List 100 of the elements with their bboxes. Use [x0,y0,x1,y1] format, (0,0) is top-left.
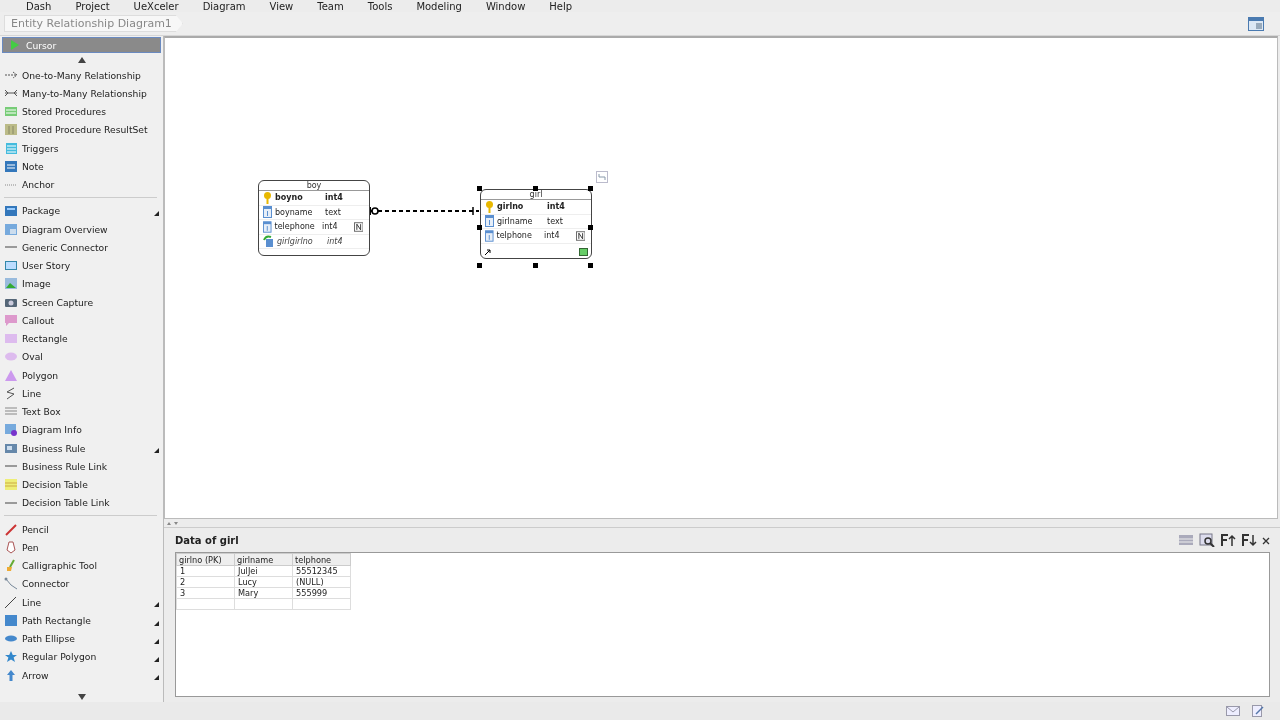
palette-item[interactable]: Anchor [0,175,163,194]
palette-item[interactable]: Line [0,593,163,612]
palette-item[interactable]: Pencil [0,520,163,539]
palette-item[interactable]: Calligraphic Tool [0,556,163,575]
column-type: int4 [327,236,344,246]
palette-item[interactable]: Line [0,384,163,403]
table-cell[interactable]: 55512345 [292,565,351,577]
palette-item[interactable]: Image [0,274,163,293]
table-cell[interactable]: (NULL) [292,576,351,588]
resize-arrow-icon[interactable] [484,248,491,256]
palette-item[interactable]: Business Rule Link [0,457,163,476]
menu-item[interactable]: Window [473,1,538,12]
menu-item[interactable]: Team [305,1,356,12]
selection-handle[interactable] [588,263,593,268]
palette-item[interactable]: Rectangle [0,329,163,348]
sort-down-icon[interactable] [1241,533,1257,547]
line-icon [4,595,18,609]
menu-item[interactable]: Diagram [190,1,258,12]
palette-item[interactable]: Pen [0,538,163,557]
column-row[interactable]: telephone int4 [259,220,369,235]
table-cell[interactable]: Mary [234,587,293,599]
selection-handle[interactable] [477,225,482,230]
column-row[interactable]: telphone int4 [481,229,591,244]
column-header[interactable]: girlno (PK) [176,553,235,566]
palette-item[interactable]: Text Box [0,402,163,421]
column-row[interactable]: girlgirlno int4 [259,234,369,249]
empty-cell[interactable] [234,598,293,610]
foreign-key-icon [263,235,274,248]
scroll-up-icon[interactable] [77,57,86,63]
table-cell[interactable]: JulJei [234,565,293,577]
mail-icon[interactable] [1226,706,1240,716]
palette-item[interactable]: Connector [0,574,163,593]
column-type: int4 [547,202,566,212]
selection-handle[interactable] [477,263,482,268]
palette-item[interactable]: Stored Procedure ResultSet [0,120,163,139]
selection-handle[interactable] [477,186,482,191]
column-row[interactable]: boyname text [259,205,369,220]
empty-cell[interactable] [292,598,351,610]
split-arrows-icon[interactable] [167,520,179,526]
palette-item[interactable]: Callout [0,311,163,330]
palette-item[interactable]: Regular Polygon [0,647,163,666]
menu-item[interactable]: Help [537,1,585,12]
palette-item[interactable]: One-to-Many Relationship [0,66,163,85]
palette-item[interactable]: Path Ellipse [0,629,163,648]
sort-up-icon[interactable] [1220,533,1236,547]
palette-item[interactable]: Decision Table [0,475,163,494]
palette-item[interactable]: Screen Capture [0,293,163,312]
info-icon [4,423,18,437]
relationship-connector[interactable] [367,206,480,216]
menu-item[interactable]: View [257,1,306,12]
menu-item[interactable]: Modeling [404,1,474,12]
column-row[interactable]: boyno int4 [259,191,369,206]
palette-item[interactable]: Triggers [0,139,163,158]
selection-handle[interactable] [588,186,593,191]
column-header[interactable]: telphone [292,553,351,566]
edit-document-icon[interactable] [1252,705,1264,717]
entity-table[interactable]: boy boyno int4 boyname text telephone int4 girlgirlno int4 [258,180,370,256]
pen-icon [4,540,18,554]
menu-item[interactable]: UeXceler [121,1,191,12]
selection-handle[interactable] [533,186,538,191]
palette-item[interactable]: Business Rule [0,439,163,458]
column-name: boyname [275,207,314,217]
column-name: telephone [274,222,316,232]
column-header[interactable]: girlname [234,553,293,566]
table-cell[interactable]: 3 [176,587,235,599]
empty-cell[interactable] [176,598,235,610]
palette-item[interactable]: Arrow [0,666,163,685]
palette-item[interactable]: Package [0,201,163,220]
palette-item[interactable]: Note [0,157,163,176]
table-icon[interactable] [1178,533,1194,547]
palette-item[interactable]: Generic Connector [0,238,163,257]
scroll-down-icon[interactable] [77,694,86,700]
menu-item[interactable]: Project [63,1,122,12]
grid-badge-icon[interactable] [579,247,588,256]
column-row[interactable]: girlno int4 [481,200,591,215]
palette-item[interactable]: Many-to-Many Relationship [0,84,163,103]
palette-item[interactable]: Stored Procedures [0,102,163,121]
palette-item[interactable]: Decision Table Link [0,493,163,512]
table-cell[interactable]: 1 [176,565,235,577]
palette-item[interactable]: Path Rectangle [0,611,163,630]
selection-handle[interactable] [533,263,538,268]
palette-item[interactable]: User Story [0,256,163,275]
palette-item[interactable]: Oval [0,347,163,366]
menu-item[interactable]: Tools [355,1,405,12]
connector-style-icon[interactable] [596,171,608,183]
grid-icon [4,123,18,137]
close-icon[interactable] [1262,537,1270,545]
entity-table[interactable]: girl girlno int4 girlname text telphone int4 [480,189,592,259]
palette-item[interactable]: Polygon [0,366,163,385]
window-layout-icon[interactable] [1248,16,1264,31]
arrow-icon [4,668,18,682]
selection-handle[interactable] [588,225,593,230]
column-icon [485,229,494,242]
table-cell[interactable]: 555999 [292,587,351,599]
palette-item[interactable]: Diagram Info [0,420,163,439]
table-cell[interactable]: 2 [176,576,235,588]
search-icon[interactable] [1199,533,1215,547]
palette-item[interactable]: Diagram Overview [0,220,163,239]
table-cell[interactable]: Lucy [234,576,293,588]
menu-item[interactable]: Dash [14,1,64,12]
